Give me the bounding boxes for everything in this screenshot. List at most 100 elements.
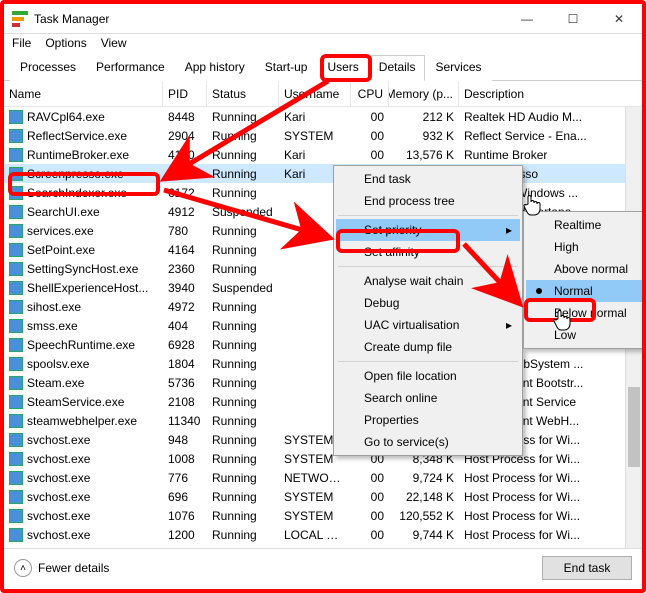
cell-pid: 5736 — [163, 376, 207, 390]
priority-item[interactable]: Below normal — [526, 302, 642, 324]
tab-startup[interactable]: Start-up — [255, 55, 318, 81]
table-row[interactable]: svchost.exe1076RunningSYSTEM00120,552 KH… — [4, 506, 642, 525]
fewer-details-label: Fewer details — [38, 561, 109, 575]
scrollbar-thumb[interactable] — [628, 387, 640, 467]
process-name: services.exe — [27, 224, 94, 238]
menu-item[interactable]: Properties — [336, 409, 520, 431]
cell-pid: 1804 — [163, 357, 207, 371]
table-row[interactable]: Screenpresso.exe4188RunningKari0011,024 … — [4, 164, 642, 183]
minimize-button[interactable]: — — [504, 4, 550, 33]
process-icon — [9, 471, 23, 485]
menu-item[interactable]: Debug — [336, 292, 520, 314]
menu-item[interactable]: Set affinity — [336, 241, 520, 263]
cell-description: Realtek HD Audio M... — [459, 110, 642, 124]
process-icon — [9, 129, 23, 143]
menu-item[interactable]: End task — [336, 168, 520, 190]
menu-options[interactable]: Options — [45, 36, 86, 50]
process-name: SetPoint.exe — [27, 243, 95, 257]
menu-item[interactable]: Analyse wait chain — [336, 270, 520, 292]
cell-pid: 6928 — [163, 338, 207, 352]
process-icon — [9, 262, 23, 276]
cell-status: Running — [207, 395, 279, 409]
col-pid[interactable]: PID — [163, 81, 207, 106]
col-status[interactable]: Status — [207, 81, 279, 106]
tab-performance[interactable]: Performance — [86, 55, 175, 81]
table-row[interactable]: RuntimeBroker.exe4160RunningKari0013,576… — [4, 145, 642, 164]
cell-pid: 696 — [163, 490, 207, 504]
cell-pid: 4160 — [163, 148, 207, 162]
cell-user: NETWORK... — [279, 471, 351, 485]
menu-item[interactable]: Open file location — [336, 365, 520, 387]
process-name: svchost.exe — [27, 452, 90, 466]
tab-users[interactable]: Users — [317, 55, 368, 81]
priority-item[interactable]: Above normal — [526, 258, 642, 280]
menu-item[interactable]: Create dump file — [336, 336, 520, 358]
table-row[interactable]: RAVCpl64.exe8448RunningKari00212 KRealte… — [4, 107, 642, 126]
process-icon — [9, 224, 23, 238]
tab-apphistory[interactable]: App history — [175, 55, 255, 81]
table-row[interactable]: SearchIndexer.exe6172Running0 KMicrosoft… — [4, 183, 642, 202]
maximize-button[interactable]: ☐ — [550, 4, 596, 33]
col-cpu[interactable]: CPU — [351, 81, 389, 106]
tab-services[interactable]: Services — [425, 55, 491, 81]
table-row[interactable]: svchost.exe1008RunningSYSTEM008,348 KHos… — [4, 449, 642, 468]
process-name: svchost.exe — [27, 471, 90, 485]
cell-memory: 22,148 K — [389, 490, 459, 504]
fewer-details-button[interactable]: ˄ Fewer details — [14, 559, 109, 577]
cell-pid: 780 — [163, 224, 207, 238]
priority-item[interactable]: Normal — [526, 280, 642, 302]
process-name: svchost.exe — [27, 433, 90, 447]
process-icon — [9, 319, 23, 333]
cell-cpu: 00 — [351, 110, 389, 124]
process-icon — [9, 452, 23, 466]
menu-item[interactable]: End process tree — [336, 190, 520, 212]
table-row[interactable]: svchost.exe948RunningSYSTEM0037,876 KHos… — [4, 430, 642, 449]
cell-status: Running — [207, 129, 279, 143]
process-name: spoolsv.exe — [27, 357, 89, 371]
priority-item[interactable]: High — [526, 236, 642, 258]
table-row[interactable]: svchost.exe696RunningSYSTEM0022,148 KHos… — [4, 487, 642, 506]
titlebar[interactable]: Task Manager — ☐ ✕ — [4, 4, 642, 34]
tab-details[interactable]: Details — [369, 55, 426, 81]
cell-status: Running — [207, 433, 279, 447]
process-name: svchost.exe — [27, 509, 90, 523]
cell-cpu: 00 — [351, 490, 389, 504]
menu-view[interactable]: View — [101, 36, 127, 50]
process-name: SearchIndexer.exe — [27, 186, 127, 200]
col-name[interactable]: Name — [4, 81, 163, 106]
cell-status: Running — [207, 471, 279, 485]
process-name: steamwebhelper.exe — [27, 414, 137, 428]
end-task-button[interactable]: End task — [542, 556, 632, 580]
table-row[interactable]: steamwebhelper.exe11340Running4 KSteam C… — [4, 411, 642, 430]
col-description[interactable]: Description — [459, 81, 642, 106]
table-row[interactable]: SteamService.exe2108Running4 KSteam Clie… — [4, 392, 642, 411]
tab-processes[interactable]: Processes — [10, 55, 86, 81]
table-row[interactable]: svchost.exe1200RunningLOCAL SE...009,744… — [4, 525, 642, 544]
process-icon — [9, 281, 23, 295]
close-button[interactable]: ✕ — [596, 4, 642, 33]
table-row[interactable]: svchost.exe776RunningNETWORK...009,724 K… — [4, 468, 642, 487]
cell-pid: 404 — [163, 319, 207, 333]
priority-item[interactable]: Low — [526, 324, 642, 346]
process-name: svchost.exe — [27, 528, 90, 542]
table-header: Name PID Status Username CPU Memory (p..… — [4, 81, 642, 107]
menu-item[interactable]: Set priority▸ — [336, 219, 520, 241]
priority-item[interactable]: Realtime — [526, 214, 642, 236]
table-row[interactable]: Steam.exe5736Running0 KSteam Client Boot… — [4, 373, 642, 392]
table-row[interactable]: ReflectService.exe2904RunningSYSTEM00932… — [4, 126, 642, 145]
cell-memory: 212 K — [389, 110, 459, 124]
process-name: ShellExperienceHost... — [27, 281, 148, 295]
cell-status: Running — [207, 110, 279, 124]
priority-submenu: RealtimeHighAbove normalNormalBelow norm… — [523, 211, 642, 349]
menu-item[interactable]: UAC virtualisation▸ — [336, 314, 520, 336]
menu-item[interactable]: Go to service(s) — [336, 431, 520, 453]
menu-file[interactable]: File — [12, 36, 31, 50]
table-row[interactable]: spoolsv.exe1804Running8 KSpooler SubSyst… — [4, 354, 642, 373]
menu-item[interactable]: Search online — [336, 387, 520, 409]
cell-cpu: 00 — [351, 129, 389, 143]
details-table: Name PID Status Username CPU Memory (p..… — [4, 81, 642, 549]
col-username[interactable]: Username — [279, 81, 351, 106]
col-memory[interactable]: Memory (p... — [389, 81, 459, 106]
cursor-hand-icon — [522, 194, 542, 216]
cell-status: Running — [207, 357, 279, 371]
